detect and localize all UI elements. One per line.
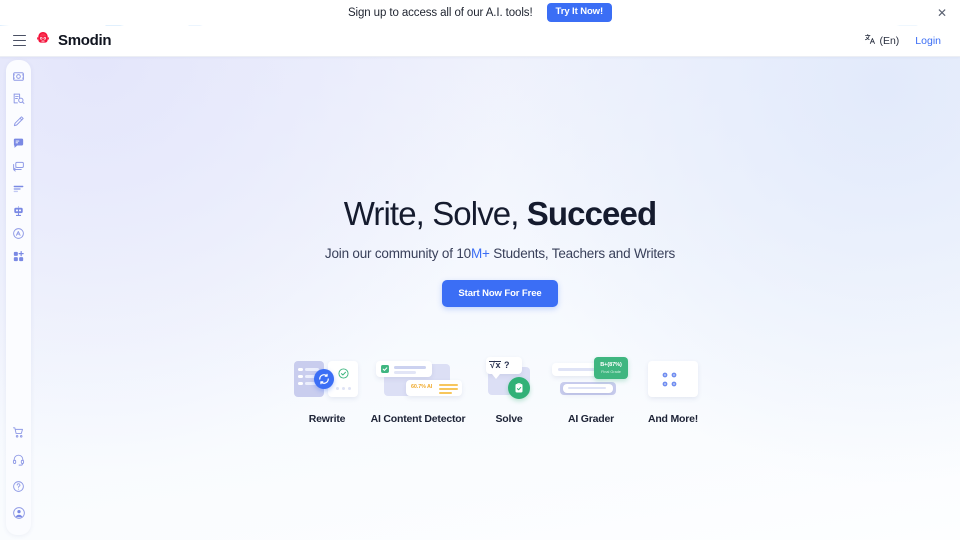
start-now-for-free-button[interactable]: Start Now For Free [442,280,558,307]
sidebar-item-plagiarism[interactable] [8,226,29,247]
sidebar-item-chat[interactable] [8,136,29,157]
sidebar-item-help[interactable] [8,478,29,499]
grade-sublabel: Final Grade [601,369,621,374]
hero-sub-number: 10 [456,246,471,261]
navbar-right-actions: (En) Login [864,32,947,50]
feature-label: Rewrite [308,413,346,425]
feature-label: AI Grader [567,413,615,425]
sidebar-item-translate[interactable] [8,158,29,179]
rewrite-documents-icon [292,355,362,403]
top-navbar: Smodin (En) Login [0,25,960,57]
ai-percentage-badge: 60.7% AI [411,384,433,390]
chat-message-icon [12,137,25,155]
grader-robot-icon [12,205,25,223]
left-rail-bottom-group [8,424,29,535]
feature-and-more[interactable]: And More! [632,355,714,425]
try-it-now-button[interactable]: Try It Now! [546,3,613,22]
grade-value: B+(87%) [600,362,622,368]
ai-grader-badge-icon: B+(87%) Final Grade [552,355,630,403]
close-icon[interactable]: ✕ [937,7,947,19]
sidebar-item-support[interactable] [8,451,29,472]
left-icon-rail [6,60,31,535]
sidebar-item-image-tool[interactable] [8,68,29,89]
ai-detector-cards-icon: 60.7% AI [370,355,466,403]
brand-home-link[interactable]: Smodin [35,30,112,51]
promo-banner: Sign up to access all of our A.I. tools!… [0,0,960,25]
page-body: Write, Solve, Succeed Join our community… [0,57,960,540]
help-question-icon [12,480,25,498]
hero-section: Write, Solve, Succeed Join our community… [40,57,960,307]
feature-strip: Rewrite 60.7% AI AI Content Detector √x … [40,355,960,425]
shopping-cart-icon [12,426,25,444]
hamburger-menu-icon[interactable] [13,35,26,46]
sidebar-item-account[interactable] [8,505,29,526]
user-account-icon [12,506,26,525]
feature-label: And More! [647,413,699,425]
smodin-robot-logo-icon [35,30,51,51]
language-selector[interactable]: (En) [864,32,899,50]
more-tools-grid-icon [12,250,25,268]
language-label: (En) [879,34,900,47]
feature-label: Solve [495,413,523,425]
sidebar-item-detector[interactable] [8,91,29,112]
page-title: Write, Solve, Succeed [40,195,960,233]
summarize-lines-icon [12,182,25,200]
sidebar-item-rewrite[interactable] [8,113,29,134]
more-dots-card-icon [642,355,704,403]
sidebar-item-cart[interactable] [8,424,29,445]
brand-name: Smodin [58,32,112,49]
plagiarism-circle-icon [12,227,25,245]
sidebar-item-grader[interactable] [8,203,29,224]
translate-icon [864,32,876,50]
image-tool-icon [12,70,25,88]
headset-support-icon [12,453,25,471]
pencil-rewrite-icon [12,115,25,133]
sidebar-item-summarize[interactable] [8,181,29,202]
detector-search-icon [12,92,25,110]
solve-math-bubble-icon: √x ? [478,355,540,403]
feature-ai-grader[interactable]: B+(87%) Final Grade AI Grader [550,355,632,425]
hero-title-regular: Write, Solve, [343,195,527,232]
feature-rewrite[interactable]: Rewrite [286,355,368,425]
feature-label: AI Content Detector [370,413,466,425]
hero-subtitle: Join our community of 10M+ Students, Tea… [40,246,960,261]
sidebar-item-more-tools[interactable] [8,248,29,269]
feature-ai-content-detector[interactable]: 60.7% AI AI Content Detector [368,355,468,425]
feature-solve[interactable]: √x ? Solve [468,355,550,425]
promo-text: Sign up to access all of our A.I. tools! [347,6,533,19]
hero-sub-suffix: Students, Teachers and Writers [489,246,676,261]
hero-sub-accent: M+ [470,246,490,261]
hero-title-bold: Succeed [526,195,657,232]
translate-card-icon [12,160,25,178]
hero-sub-prefix: Join our community of [324,246,457,261]
login-link[interactable]: Login [915,35,941,47]
